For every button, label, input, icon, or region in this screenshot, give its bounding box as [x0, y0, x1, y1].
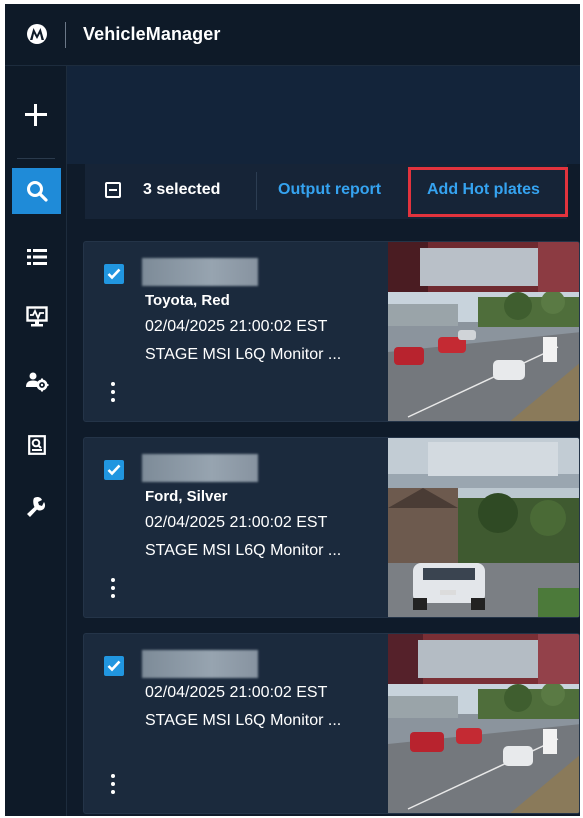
add-hot-plates-button[interactable]: Add Hot plates: [427, 181, 540, 199]
vehicle-capture-image[interactable]: [388, 634, 579, 813]
checkmark-icon: [107, 464, 121, 476]
nav-search[interactable]: [12, 168, 61, 214]
rail-divider: [17, 158, 55, 159]
nav-list[interactable]: [12, 234, 61, 280]
wrench-icon: [26, 496, 45, 517]
vehicle-capture-image[interactable]: [388, 438, 579, 617]
capture-timestamp: 02/04/2025 21:00:02 EST: [145, 318, 328, 335]
road-scene-image: [388, 684, 579, 813]
card-checkbox[interactable]: [104, 264, 124, 284]
top-bar: VehicleManager: [5, 4, 580, 66]
motorola-logo-icon: [27, 24, 47, 44]
search-icon: [26, 181, 48, 202]
card-more-menu-icon[interactable]: [110, 774, 116, 794]
selection-toolbar: 3 selected Output report Add Hot plates: [85, 164, 568, 219]
vehicle-capture-image[interactable]: [388, 242, 579, 421]
deselect-all-checkbox[interactable]: [105, 182, 121, 198]
plate-number-redacted: [142, 258, 258, 286]
vehicle-description: Toyota, Red: [145, 292, 230, 309]
output-report-button[interactable]: Output report: [278, 181, 381, 199]
toolbar-separator: [256, 172, 257, 210]
plate-crop-image: [388, 438, 579, 488]
checkmark-icon: [107, 660, 121, 672]
brand-separator: [65, 22, 66, 48]
camera-source: STAGE MSI L6Q Monitor ...: [145, 346, 342, 363]
capture-timestamp: 02/04/2025 21:00:02 EST: [145, 684, 328, 701]
plate-number-redacted: [142, 650, 258, 678]
card-checkbox[interactable]: [104, 460, 124, 480]
add-button[interactable]: [21, 100, 51, 130]
card-checkbox[interactable]: [104, 656, 124, 676]
nav-monitor[interactable]: [12, 294, 61, 340]
card-more-menu-icon[interactable]: [110, 578, 116, 598]
result-card[interactable]: Ford, Silver 02/04/2025 21:00:02 EST STA…: [83, 437, 580, 618]
vehicle-manager-app: VehicleManager 3 selected Output report …: [5, 4, 580, 816]
plate-crop-image: [388, 634, 579, 684]
main-header: [67, 66, 580, 164]
result-card[interactable]: Toyota, Red 02/04/2025 21:00:02 EST STAG…: [83, 241, 580, 422]
report-search-icon: [27, 435, 46, 455]
card-more-menu-icon[interactable]: [110, 382, 116, 402]
camera-source: STAGE MSI L6Q Monitor ...: [145, 542, 342, 559]
list-icon: [26, 249, 47, 265]
capture-timestamp: 02/04/2025 21:00:02 EST: [145, 514, 328, 531]
result-card[interactable]: 02/04/2025 21:00:02 EST STAGE MSI L6Q Mo…: [83, 633, 580, 814]
nav-report[interactable]: [12, 422, 61, 468]
plate-number-redacted: [142, 454, 258, 482]
plate-crop-image: [388, 242, 579, 292]
nav-tools[interactable]: [12, 484, 61, 530]
road-scene-image: [388, 488, 579, 617]
app-title: VehicleManager: [83, 24, 221, 44]
selected-count: 3 selected: [143, 181, 221, 198]
checkmark-icon: [107, 268, 121, 280]
users-gear-icon: [25, 372, 48, 392]
camera-source: STAGE MSI L6Q Monitor ...: [145, 712, 342, 729]
monitor-icon: [25, 306, 48, 327]
nav-users-settings[interactable]: [12, 358, 61, 404]
vehicle-description: Ford, Silver: [145, 488, 228, 505]
left-nav-rail: [5, 66, 67, 816]
road-scene-image: [388, 292, 579, 421]
